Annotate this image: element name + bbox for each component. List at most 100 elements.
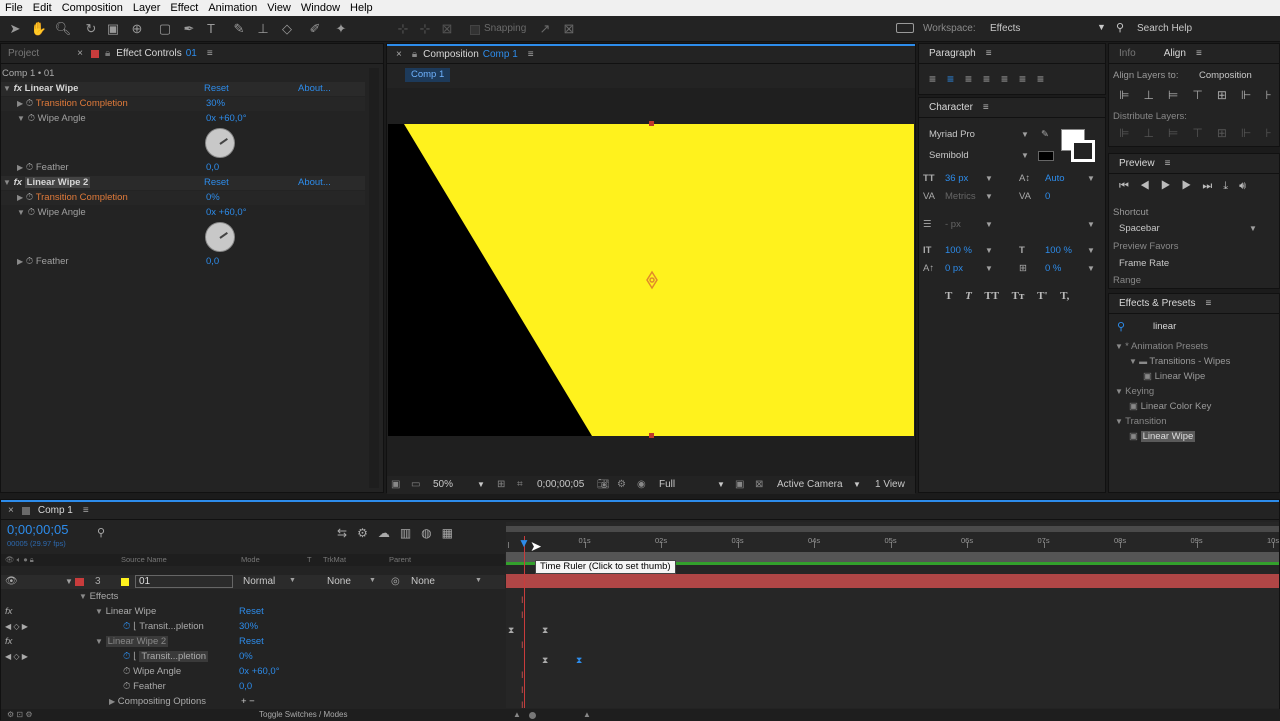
parent-pickwhip-icon[interactable]: ◎ [391,576,400,587]
grid-icon[interactable]: ⊞ [497,476,505,494]
dropdown-icon[interactable]: ▼ [985,244,993,258]
effect1-wipe-angle-value[interactable]: 0x +60,0° [206,112,247,126]
draft-3d-icon[interactable]: ⚙ [357,526,378,540]
clone-stamp-tool-icon[interactable]: ⊥ [254,20,272,38]
effects-search-input[interactable]: linear [1153,320,1176,334]
align-buttons[interactable]: ⊫⊥⊨⊤⊞⊩⊦ [1119,88,1280,102]
region-icon[interactable]: ▣ [391,476,400,494]
expand-triangle-icon[interactable]: ▶ [109,697,115,706]
tab-effect-controls[interactable]: Effect Controls [116,48,181,59]
lock-icon[interactable]: 🔒︎ [105,48,110,59]
dropdown-icon[interactable]: ▼ [1087,218,1095,232]
resolution-select[interactable]: Full [659,476,675,494]
dropdown-icon[interactable]: ▼ [1087,262,1095,276]
effect2-angle-dial[interactable] [205,222,235,252]
align-layers-to-select[interactable]: Composition [1199,69,1252,83]
show-snapshot-icon[interactable]: ⚙ [617,476,626,494]
workspace-dropdown-icon[interactable]: ▼ [1097,22,1106,32]
keyframe-navigator-icons[interactable]: ◀ ◇ ▶ [5,620,28,634]
stopwatch-icon[interactable]: ⏱︎ [26,98,33,109]
timeline-fx2-reset[interactable]: Reset [239,635,264,649]
menu-animation[interactable]: Animation [203,2,262,14]
shortcut-select[interactable]: Spacebar [1119,222,1160,236]
frame-rate-select[interactable]: Frame Rate [1119,257,1169,271]
effect1-reset-link[interactable]: Reset [204,82,229,96]
dropdown-icon[interactable]: ▼ [1021,149,1029,163]
collapse-triangle-icon[interactable]: ▼ [79,592,87,601]
search-help-input[interactable]: Search Help [1137,23,1277,34]
subscript-button[interactable]: T, [1060,290,1069,302]
menu-view[interactable]: View [262,2,296,14]
collapse-triangle-icon[interactable]: ▼ [17,114,25,123]
keyframe-selected-icon[interactable]: ⧗ [576,655,582,666]
dropdown-icon[interactable]: ▼ [475,577,482,584]
faux-italic-button[interactable]: T [965,290,972,302]
stopwatch-active-icon[interactable]: ⏱︎ [123,621,130,632]
camera-tool-icon[interactable]: ▣ [104,20,122,38]
effect1-feather-value[interactable]: 0,0 [206,161,219,175]
compositing-options-add-remove[interactable]: + − [241,695,255,709]
effects-tree-item[interactable]: ▣ Linear Wipe [1129,430,1196,444]
effect1-about-link[interactable]: About... [298,82,331,96]
timeline-fx1-reset[interactable]: Reset [239,605,264,619]
black-swatch[interactable] [1038,151,1054,161]
timeline-fx2-angle-value[interactable]: 0x +60,0° [239,665,280,679]
snap-features-icon[interactable]: ⊠ [560,20,578,38]
dropdown-icon[interactable]: ▼ [1021,128,1029,142]
pen-tool-icon[interactable]: ✒ [180,20,198,38]
loop-icon[interactable]: ⤓ [1223,180,1239,192]
previous-frame-icon[interactable]: ◀ [1140,180,1161,192]
graph-editor-icon[interactable]: ▦ [442,526,463,540]
expand-triangle-icon[interactable]: ▶ [17,163,23,172]
preview-controls[interactable]: ⏮◀▶▶⏭⤓🔊︎ [1119,180,1257,193]
play-icon[interactable]: ▶ [1161,180,1182,192]
effects-tree-item[interactable]: ▼ Keying [1115,385,1154,399]
shy-layers-icon[interactable]: ☁ [378,526,400,540]
menu-file[interactable]: File [0,2,28,14]
expand-triangle-icon[interactable]: ▼ [3,178,11,187]
stroke-width-value[interactable]: - px [945,218,961,232]
zoom-slider-thumb[interactable] [529,712,536,719]
dropdown-icon[interactable]: ▼ [369,577,376,584]
eyedropper-icon[interactable]: ✎ [1041,128,1049,142]
comp-timecode[interactable]: 0;00;00;05 [537,476,584,494]
collapse-triangle-icon[interactable]: ▼ [17,208,25,217]
cti-head-icon[interactable]: ▼ [518,536,530,550]
effect1-angle-dial[interactable] [205,128,235,158]
panel-menu-icon[interactable]: ≡ [986,48,992,59]
panel-menu-icon[interactable]: ≡ [1165,158,1171,169]
horizontal-scale-value[interactable]: 100 % [1045,244,1072,258]
fx-icon[interactable]: fx [14,83,22,94]
menu-window[interactable]: Window [296,2,345,14]
effect1-transition-completion-value[interactable]: 30% [206,97,225,111]
close-icon[interactable]: × [77,48,83,59]
view-layout-select[interactable]: 1 View [875,476,905,494]
expand-triangle-icon[interactable]: ▶ [17,257,23,266]
dropdown-icon[interactable]: ▼ [289,577,296,584]
comp-canvas[interactable] [387,88,915,478]
panel-menu-icon[interactable]: ≡ [983,102,989,113]
menu-edit[interactable]: Edit [28,2,57,14]
dropdown-icon[interactable]: ▼ [1087,172,1095,186]
roto-brush-tool-icon[interactable]: ✐ [306,20,324,38]
comp-subtab[interactable]: Comp 1 [405,68,451,82]
small-caps-button[interactable]: Tт [1012,290,1025,302]
effects-tree-item[interactable]: ▣ Linear Color Key [1129,400,1211,414]
panel-menu-icon[interactable]: ≡ [207,48,213,59]
fx-icon[interactable]: fx [5,605,12,619]
effect2-reset-link[interactable]: Reset [204,176,229,190]
graph-icon[interactable]: ⌊ [133,621,137,632]
dropdown-icon[interactable]: ▼ [985,218,993,232]
time-ruler[interactable]: 01s 02s 03s 04s 05s 06s 07s 08s 09s 10s [506,536,1279,548]
collapse-triangle-icon[interactable]: ▼ [95,607,103,616]
stopwatch-icon[interactable]: ⏱︎ [26,256,33,267]
layer-mode-select[interactable]: Normal [243,576,275,587]
keyframe-icon[interactable]: ⧗ [542,655,548,666]
timeline-fx2-value[interactable]: 0% [239,650,253,664]
stopwatch-icon[interactable]: ⏱︎ [26,162,33,173]
tab-composition[interactable]: Composition [423,49,479,60]
timeline-switches[interactable]: ⇆⚙☁▥◍▦ [337,526,463,540]
timeline-fx2-feather-value[interactable]: 0,0 [239,680,252,694]
snapping-checkbox[interactable] [470,25,480,35]
collapse-triangle-icon[interactable]: ▼ [95,637,103,646]
